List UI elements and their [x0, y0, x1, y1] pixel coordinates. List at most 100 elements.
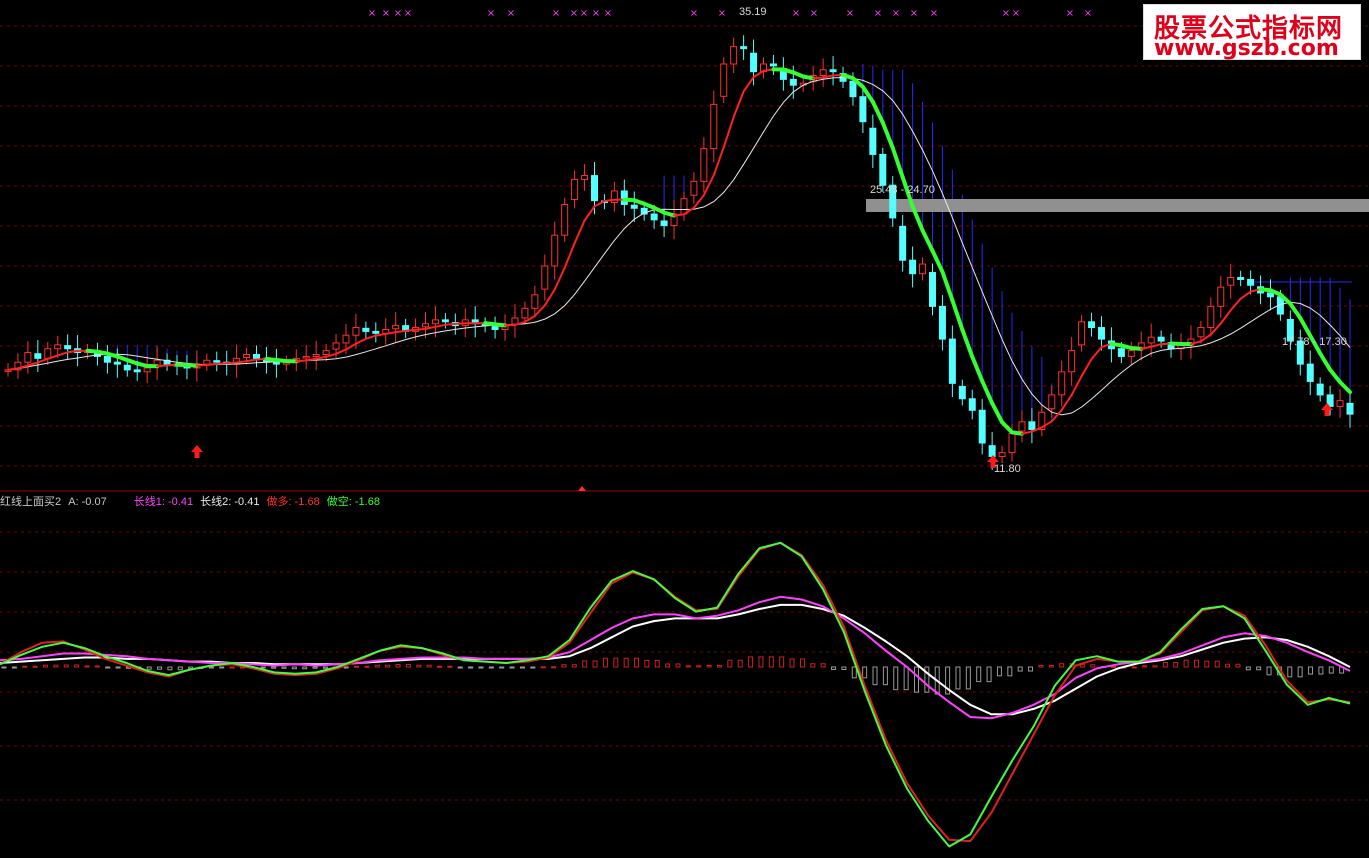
candle-body	[630, 204, 638, 209]
candle-body	[909, 259, 917, 275]
fast-average-segment	[235, 360, 248, 364]
candle-body	[541, 265, 549, 290]
candle-body	[272, 362, 280, 365]
candle-body	[1078, 321, 1086, 346]
fast-average-segment	[930, 248, 945, 274]
fast-average-segment	[444, 322, 457, 326]
histogram-bar	[457, 666, 463, 669]
signal-mark: ×	[792, 8, 800, 19]
histogram-bar	[768, 656, 774, 668]
histogram-bar	[571, 664, 577, 668]
period-marker	[578, 486, 586, 491]
candle-body	[1058, 371, 1066, 396]
histogram-bar	[208, 666, 214, 669]
histogram-bar	[882, 666, 888, 686]
histogram-bar	[716, 664, 722, 668]
fast-average-segment	[1080, 358, 1093, 378]
candle-body	[571, 178, 579, 200]
signal-mark: ×	[1066, 8, 1074, 19]
fast-average-segment	[950, 298, 965, 332]
value-a: A: -0.07	[68, 496, 107, 508]
histogram-bar	[862, 666, 868, 679]
histogram-bar	[1090, 664, 1096, 668]
chart-screen: × × × × × × × × × × × × × × × × × × × × × × × × 股票公式指标网 www.gsz…	[0, 0, 1369, 858]
value-long1: 长线1: -0.41	[133, 496, 194, 508]
histogram-bar	[385, 664, 391, 668]
fast-average-segment	[712, 146, 725, 177]
histogram-bar	[322, 666, 328, 669]
histogram-bar	[665, 663, 671, 668]
histogram-bar	[312, 666, 318, 669]
histogram-bar	[903, 666, 909, 691]
fast-average-segment	[295, 359, 308, 363]
histogram-bar	[1204, 660, 1210, 668]
candle-body	[1197, 327, 1205, 338]
fast-average-segment	[404, 328, 417, 332]
candle-body	[352, 327, 360, 336]
histogram-bar	[1225, 663, 1231, 668]
histogram-bar	[281, 666, 287, 669]
low-price-label: 11.80	[994, 463, 1021, 475]
candle-body	[34, 353, 42, 359]
resistance-bar	[866, 199, 1369, 212]
histogram-bar	[644, 659, 650, 668]
signal-mark: ×	[930, 8, 938, 19]
histogram-bar	[219, 666, 225, 669]
signal-mark: ×	[487, 8, 495, 19]
candle-body	[998, 452, 1006, 457]
signal-mark: ×	[507, 8, 515, 19]
histogram-bar	[1235, 663, 1241, 668]
histogram-bar	[737, 659, 743, 668]
histogram-bar	[1017, 666, 1023, 672]
histogram-bar	[1142, 665, 1148, 668]
histogram-bar	[727, 659, 733, 668]
candle-body	[650, 213, 658, 221]
fast-average-segment	[742, 76, 755, 93]
signal-mark: ×	[810, 8, 818, 19]
fast-average-segment	[364, 334, 377, 340]
fast-average-segment	[56, 351, 69, 357]
candle-body	[372, 330, 380, 334]
fast-average-segment	[1129, 346, 1144, 351]
zone-label-1: 25.48 - 24.70	[870, 184, 935, 196]
candle-body	[143, 367, 151, 373]
histogram-bar	[1245, 666, 1251, 671]
histogram-bar	[1, 666, 7, 669]
candle-body	[1346, 402, 1354, 415]
candle-body	[422, 323, 430, 328]
histogram-bar	[1183, 659, 1189, 668]
candle-body	[362, 327, 370, 332]
candle-body	[710, 103, 718, 150]
histogram-bar	[63, 664, 69, 668]
candle-body	[332, 342, 340, 350]
histogram-bar	[1173, 661, 1179, 668]
fast-average-segment	[890, 145, 905, 180]
candle-body	[968, 398, 976, 411]
histogram-bar	[841, 666, 847, 671]
candle-body	[1127, 350, 1135, 357]
histogram-bar	[955, 666, 961, 690]
histogram-bar	[748, 656, 754, 668]
fast-average-segment	[692, 194, 705, 209]
candle-body	[581, 175, 589, 180]
fast-average-segment	[732, 90, 745, 119]
histogram-bar	[437, 665, 443, 668]
signal-mark: ×	[592, 8, 600, 19]
candle-body	[243, 353, 251, 359]
candle-body	[103, 355, 111, 363]
histogram-bar	[976, 666, 982, 683]
fast-average-segment	[722, 116, 735, 149]
candle-body	[1117, 348, 1125, 357]
histogram-bar	[1028, 666, 1034, 672]
candle-body	[869, 127, 877, 155]
candle-body	[660, 220, 668, 227]
histogram-bar	[1214, 660, 1220, 668]
signal-mark: ×	[1002, 8, 1010, 19]
histogram-bar	[654, 659, 660, 668]
histogram-bar	[74, 664, 80, 668]
histogram-bar	[675, 663, 681, 668]
candle-body	[700, 148, 708, 182]
histogram-bar	[1287, 666, 1293, 678]
histogram-bar	[405, 663, 411, 668]
fast-average-segment	[66, 349, 79, 354]
